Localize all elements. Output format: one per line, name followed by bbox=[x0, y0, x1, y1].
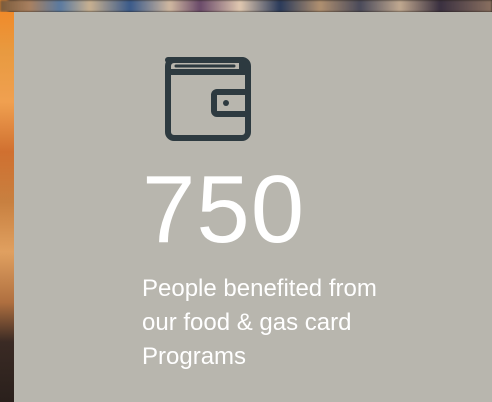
background-photo-top-strip bbox=[0, 0, 492, 12]
wallet-icon bbox=[162, 50, 254, 142]
page: 750 People benefited from our food & gas… bbox=[0, 0, 492, 402]
stat-card: 750 People benefited from our food & gas… bbox=[14, 12, 492, 402]
stat-description-line-1: People benefited from bbox=[142, 275, 377, 302]
background-photo-left-strip bbox=[0, 12, 14, 402]
stat-description-line-2: our food & gas card bbox=[142, 309, 352, 336]
stat-number: 750 bbox=[142, 156, 306, 263]
stat-description-line-3: Programs bbox=[142, 343, 247, 370]
stat-description: People benefited from our food & gas car… bbox=[142, 272, 442, 374]
